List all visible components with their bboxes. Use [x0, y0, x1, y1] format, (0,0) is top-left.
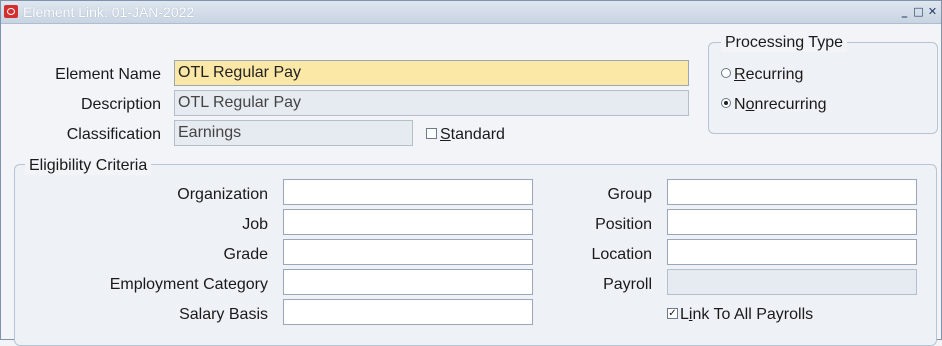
payroll-field[interactable]: [667, 269, 917, 295]
eligibility-criteria-title: Eligibility Criteria: [25, 157, 152, 175]
maximize-icon[interactable]: □: [913, 6, 924, 17]
window-title: Element Link: 01-JAN-2022: [23, 4, 195, 20]
title-bar[interactable]: Element Link: 01-JAN-2022 _ □ ✕: [1, 1, 941, 24]
element-link-window: Element Link: 01-JAN-2022 _ □ ✕ Element …: [0, 0, 942, 346]
classification-label: Classification: [66, 126, 161, 143]
processing-type-group: [708, 42, 938, 134]
element-name-field[interactable]: OTL Regular Pay: [174, 60, 689, 86]
recurring-access-key: R: [734, 66, 746, 83]
location-field[interactable]: [667, 239, 917, 265]
nonrecurring-label-rest: nrecurring: [754, 96, 827, 113]
description-field[interactable]: OTL Regular Pay: [174, 90, 689, 116]
recurring-label-rest: ecurring: [745, 66, 804, 83]
job-field[interactable]: [283, 209, 533, 235]
standard-label-rest: tandard: [450, 126, 505, 143]
salary-basis-field[interactable]: [283, 299, 533, 325]
description-label: Description: [80, 96, 161, 113]
location-label: Location: [591, 246, 653, 263]
job-label: Job: [242, 216, 268, 233]
standard-checkbox[interactable]: [426, 128, 437, 139]
standard-label: Standard: [440, 126, 505, 144]
grade-field[interactable]: [283, 239, 533, 265]
nonrecurring-label: Nonrecurring: [734, 96, 827, 114]
grade-label: Grade: [223, 246, 268, 263]
position-label: Position: [595, 216, 652, 233]
classification-field[interactable]: Earnings: [174, 120, 413, 146]
processing-type-title: Processing Type: [721, 34, 847, 52]
link-all-payrolls-label-pre: L: [680, 306, 689, 323]
close-icon[interactable]: ✕: [927, 6, 938, 17]
standard-access-key: S: [440, 126, 451, 143]
link-all-payrolls-checkbox[interactable]: ✓: [667, 308, 678, 319]
employment-category-label: Employment Category: [109, 276, 268, 293]
group-label: Group: [607, 186, 652, 203]
oracle-app-icon: [4, 5, 18, 18]
organization-label: Organization: [177, 186, 268, 203]
element-name-label: Element Name: [55, 66, 161, 83]
position-field[interactable]: [667, 209, 917, 235]
employment-category-field[interactable]: [283, 269, 533, 295]
link-all-payrolls-label: Link To All Payrolls: [680, 306, 813, 324]
minimize-icon[interactable]: _: [899, 6, 910, 17]
link-all-payrolls-label-rest: nk To All Payrolls: [692, 306, 814, 323]
recurring-label: Recurring: [734, 66, 803, 84]
salary-basis-label: Salary Basis: [179, 306, 268, 323]
nonrecurring-radio[interactable]: [721, 98, 731, 108]
recurring-radio[interactable]: [721, 68, 731, 78]
organization-field[interactable]: [283, 179, 533, 205]
group-field[interactable]: [667, 179, 917, 205]
nonrecurring-label-pre: N: [734, 96, 746, 113]
payroll-label: Payroll: [603, 276, 652, 293]
